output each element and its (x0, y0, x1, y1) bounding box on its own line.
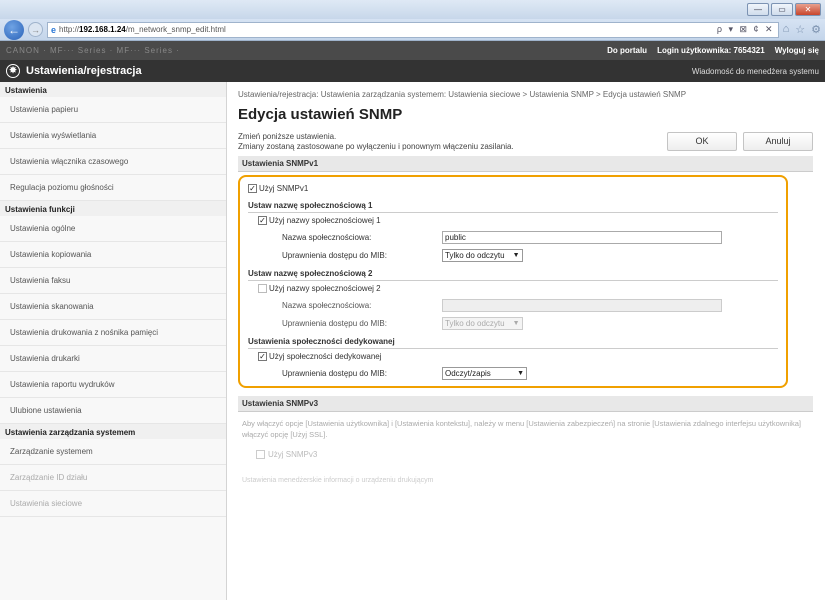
sidebar-item-display[interactable]: Ustawienia wyświetlania (0, 123, 226, 149)
address-controls[interactable]: ρ ▾ ⊠ ¢ ✕ (717, 24, 775, 35)
sidebar-section-settings: Ustawienia (0, 82, 226, 97)
remote-ui-topbar: CANON · MF··· Series · MF··· Series · Do… (0, 41, 825, 60)
close-window-button[interactable]: ✕ (795, 3, 821, 16)
sidebar-section-functions: Ustawienia funkcji (0, 201, 226, 216)
settings-titlebar: ✸ Ustawienia/rejestracja Wiadomość do me… (0, 60, 825, 82)
sidebar-item-favorites[interactable]: Ulubione ustawienia (0, 398, 226, 424)
address-bar-row: ← → e http://192.168.1.24/m_network_snmp… (0, 19, 825, 41)
use-community1-checkbox[interactable]: ✓ (258, 216, 267, 225)
community2-name-label: Nazwa społecznościowa: (282, 300, 372, 310)
ie-page-icon: e (51, 24, 57, 35)
sidebar-item-dept-id[interactable]: Zarządzanie ID działu (0, 465, 226, 491)
sidebar-item-media-print[interactable]: Ustawienia drukowania z nośnika pamięci (0, 320, 226, 346)
snmpv3-note: Aby włączyć opcje [Ustawienia użytkownik… (242, 419, 802, 439)
sidebar-item-scan[interactable]: Ustawienia skanowania (0, 294, 226, 320)
use-dedicated-label: Użyj społeczności dedykowanej (269, 352, 382, 361)
sidebar-item-printer[interactable]: Ustawienia drukarki (0, 346, 226, 372)
window-titlebar: — ▭ ✕ (0, 0, 825, 19)
main-content: Ustawienia/rejestracja: Ustawienia zarzą… (227, 82, 825, 600)
use-snmpv1-label: Użyj SNMPv1 (259, 184, 309, 193)
back-button[interactable]: ← (4, 19, 24, 40)
minimize-button[interactable]: — (747, 3, 769, 16)
dedicated-subheader: Ustawienia społeczności dedykowanej (248, 334, 778, 349)
sidebar-item-timer[interactable]: Ustawienia włącznika czasowego (0, 149, 226, 175)
chevron-down-icon: ▼ (512, 251, 520, 259)
use-community2-checkbox[interactable] (258, 284, 267, 293)
community1-mib-label: Uprawnienia dostępu do MIB: (282, 250, 387, 260)
community2-mib-select[interactable]: Tylko do odczytu ▼ (442, 316, 523, 330)
community2-subheader: Ustaw nazwę społecznościową 2 (248, 266, 778, 281)
snmpv3-section-header: Ustawienia SNMPv3 (238, 396, 813, 412)
breadcrumb: Ustawienia/rejestracja: Ustawienia zarzą… (238, 90, 687, 99)
intro-line-1: Zmień poniższe ustawienia. (238, 132, 337, 141)
ok-button[interactable]: OK (667, 132, 737, 151)
sidebar-item-system-mgmt[interactable]: Zarządzanie systemem (0, 439, 226, 465)
snmpv1-section-header: Ustawienia SNMPv1 (238, 156, 813, 172)
chevron-down-icon: ▼ (517, 369, 524, 377)
community1-name-label: Nazwa społecznościowa: (282, 232, 372, 242)
community2-name-input[interactable] (442, 298, 722, 312)
sidebar-item-network[interactable]: Ustawienia sieciowe (0, 491, 226, 517)
dedicated-mib-select[interactable]: Odczyt/zapis ▼ (442, 366, 527, 380)
url-text: http://192.168.1.24/m_network_snmp_edit.… (59, 25, 226, 34)
maximize-button[interactable]: ▭ (771, 3, 793, 16)
settings-gear-icon: ✸ (6, 64, 20, 78)
sidebar-item-fax[interactable]: Ustawienia faksu (0, 268, 226, 294)
device-name-text: CANON · MF··· Series · MF··· Series · (6, 46, 180, 55)
sidebar-section-system: Ustawienia zarządzania systemem (0, 424, 226, 439)
chevron-down-icon: ▼ (512, 319, 520, 327)
community1-mib-select[interactable]: Tylko do odczytu ▼ (442, 248, 523, 262)
bottom-faded-section: Ustawienia menedżerskie informacji o urz… (242, 477, 434, 484)
app-title: Ustawienia/rejestracja (26, 65, 142, 77)
sidebar-item-volume[interactable]: Regulacja poziomu głośności (0, 175, 226, 201)
intro-line-2: Zmiany zostaną zastosowane po wyłączeniu… (238, 142, 514, 151)
community1-subheader: Ustaw nazwę społecznościową 1 (248, 198, 778, 213)
cancel-button[interactable]: Anuluj (743, 132, 813, 151)
page-title: Edycja ustawień SNMP (238, 106, 403, 123)
use-community1-label: Użyj nazwy społecznościowej 1 (269, 216, 381, 225)
forward-button[interactable]: → (28, 22, 43, 37)
sidebar: Ustawienia Ustawienia papieru Ustawienia… (0, 82, 227, 600)
logout-link[interactable]: Wyloguj się (775, 46, 819, 55)
sidebar-item-paper[interactable]: Ustawienia papieru (0, 97, 226, 123)
home-icon[interactable]: ⌂ (783, 23, 790, 36)
sidebar-item-copy[interactable]: Ustawienia kopiowania (0, 242, 226, 268)
use-snmpv1-checkbox[interactable]: ✓ (248, 184, 257, 193)
snmpv1-highlight-box: ✓ Użyj SNMPv1 Ustaw nazwę społecznościow… (238, 175, 788, 388)
address-bar[interactable]: e http://192.168.1.24/m_network_snmp_edi… (47, 21, 779, 38)
use-community2-label: Użyj nazwy społecznościowej 2 (269, 284, 381, 293)
community2-mib-label: Uprawnienia dostępu do MIB: (282, 318, 387, 328)
community1-name-input[interactable]: public (442, 230, 722, 244)
use-snmpv3-label: Użyj SNMPv3 (268, 450, 318, 459)
login-user: Login użytkownika: 7654321 (657, 46, 765, 55)
favorites-star-icon[interactable]: ☆ (795, 23, 805, 36)
use-snmpv3-checkbox[interactable] (256, 450, 265, 459)
use-dedicated-checkbox[interactable]: ✓ (258, 352, 267, 361)
manager-message-link[interactable]: Wiadomość do menedżera systemu (692, 67, 819, 76)
portal-link[interactable]: Do portalu (607, 46, 647, 55)
dedicated-mib-label: Uprawnienia dostępu do MIB: (282, 368, 387, 378)
sidebar-item-report[interactable]: Ustawienia raportu wydruków (0, 372, 226, 398)
tools-gear-icon[interactable]: ⚙ (811, 23, 821, 36)
sidebar-item-general[interactable]: Ustawienia ogólne (0, 216, 226, 242)
